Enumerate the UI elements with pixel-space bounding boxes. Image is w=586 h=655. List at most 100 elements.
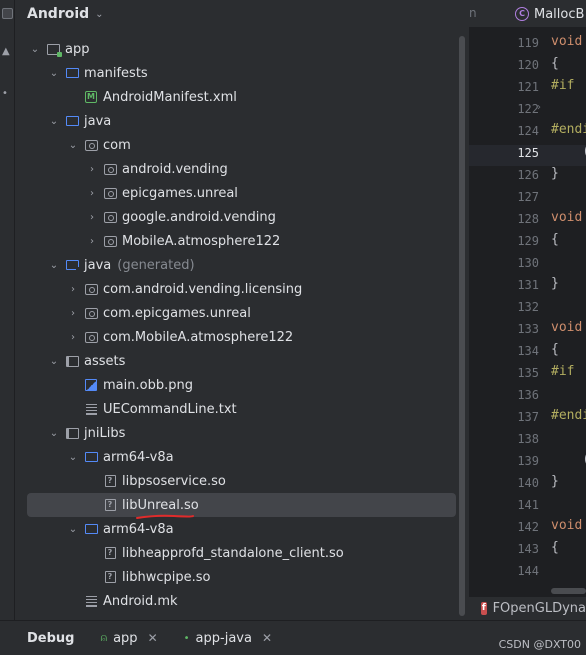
- manifest-file-icon: M: [84, 91, 98, 104]
- tree-node[interactable]: M AndroidManifest.xml: [68, 85, 237, 109]
- chevron-right-icon[interactable]: ›: [68, 332, 78, 343]
- code-line[interactable]: void: [551, 34, 586, 49]
- code-token: }: [551, 166, 559, 181]
- line-number: 133: [517, 322, 539, 336]
- tree-node[interactable]: ⌄ arm64-v8a: [68, 445, 174, 469]
- folder-icon: [65, 67, 79, 80]
- tree-node[interactable]: › com.android.vending.licensing: [68, 277, 302, 301]
- line-gutter: 119 void 120 {121 #if 122 124 #endi 125 (126} 1…: [469, 34, 586, 594]
- code-line[interactable]: }: [551, 474, 559, 489]
- chevron-right-icon[interactable]: ›: [87, 164, 97, 175]
- chevron-down-icon[interactable]: ⌄: [49, 356, 59, 367]
- code-token: }: [551, 276, 559, 291]
- tree-node[interactable]: ⌄ assets: [49, 349, 126, 373]
- chevron-down-icon[interactable]: ⌄: [49, 428, 59, 439]
- package-icon: [84, 307, 98, 320]
- project-tool-icon[interactable]: [2, 8, 13, 19]
- code-line[interactable]: void: [551, 518, 582, 533]
- close-icon[interactable]: ✕: [148, 631, 158, 645]
- code-line[interactable]: #if: [551, 78, 582, 93]
- package-icon: [84, 331, 98, 344]
- code-line[interactable]: }: [551, 166, 559, 181]
- chevron-down-icon[interactable]: ⌄: [49, 68, 59, 79]
- project-view-title: Android: [27, 6, 90, 22]
- code-line[interactable]: }: [551, 276, 559, 291]
- line-number: 142: [517, 520, 539, 534]
- chevron-right-icon[interactable]: ›: [68, 308, 78, 319]
- debug-title[interactable]: Debug: [27, 631, 74, 646]
- tree-node[interactable]: ⌄ arm64-v8a: [68, 517, 174, 541]
- tree-node[interactable]: ? libpsoservice.so: [87, 469, 226, 493]
- chevron-down-icon[interactable]: ⌄: [68, 452, 78, 463]
- tree-scrollbar[interactable]: [459, 36, 465, 616]
- tree-node[interactable]: ? libhwcpipe.so: [87, 565, 210, 589]
- line-number: 135: [517, 366, 539, 380]
- chevron-down-icon[interactable]: ⌄: [68, 140, 78, 151]
- chevron-down-icon[interactable]: ⌄: [30, 44, 40, 55]
- editor-breadcrumb[interactable]: f FOpenGLDyna: [469, 596, 586, 620]
- tree-node[interactable]: ⌄ app: [30, 37, 89, 61]
- code-line[interactable]: {: [551, 342, 559, 357]
- code-line[interactable]: void: [551, 320, 582, 335]
- debug-tab-app[interactable]: ⍝ app ✕: [100, 631, 157, 646]
- tree-node[interactable]: › android.vending: [87, 157, 228, 181]
- editor-tab-prev[interactable]: n: [469, 6, 477, 20]
- tree-node[interactable]: ⌄ java (generated): [49, 253, 195, 277]
- commit-tool-icon[interactable]: ▲: [2, 46, 13, 57]
- tree-node[interactable]: Android.mk: [68, 589, 178, 613]
- dot-icon: •: [183, 632, 190, 644]
- code-line[interactable]: #if: [551, 364, 582, 379]
- code-line[interactable]: #endi: [551, 122, 586, 137]
- line-number: 139: [517, 454, 539, 468]
- package-icon: [103, 163, 117, 176]
- code-line[interactable]: (: [551, 144, 586, 159]
- fold-marker-icon[interactable]: ›: [537, 102, 541, 113]
- tree-node[interactable]: ⌄ jniLibs: [49, 421, 126, 445]
- code-token: #endi: [551, 408, 586, 423]
- tree-node[interactable]: ⌄ java: [49, 109, 111, 133]
- tree-node[interactable]: ⌄ manifests: [49, 61, 148, 85]
- tree-node[interactable]: main.obb.png: [68, 373, 193, 397]
- line-number: 137: [517, 410, 539, 424]
- package-icon: [103, 211, 117, 224]
- chevron-right-icon[interactable]: ›: [68, 284, 78, 295]
- tree-node[interactable]: ? libheapprofd_standalone_client.so: [87, 541, 344, 565]
- editor-horizontal-scrollbar[interactable]: [551, 588, 586, 594]
- chevron-right-icon[interactable]: ›: [87, 236, 97, 247]
- editor-tab-active[interactable]: C MallocB: [515, 0, 584, 28]
- tree-node[interactable]: › google.android.vending: [87, 205, 276, 229]
- chevron-down-icon[interactable]: ⌄: [68, 524, 78, 535]
- line-number: 141: [517, 498, 539, 512]
- chevron-down-icon[interactable]: ⌄: [49, 260, 59, 271]
- chevron-right-icon[interactable]: ›: [87, 188, 97, 199]
- code-line[interactable]: {: [551, 232, 559, 247]
- unknown-file-icon: ?: [103, 499, 117, 512]
- line-number: 125: [517, 146, 539, 160]
- tree-node-label: app: [65, 41, 90, 57]
- code-editor: n C MallocB 119 void 120 {121 #if 122 124 #en…: [469, 0, 586, 620]
- tree-node[interactable]: › com.MobileA.atmosphere122: [68, 325, 293, 349]
- more-tools-icon[interactable]: •: [2, 88, 13, 99]
- chevron-down-icon[interactable]: ⌄: [49, 116, 59, 127]
- chevron-right-icon[interactable]: ›: [87, 212, 97, 223]
- tree-node[interactable]: › epicgames.unreal: [87, 181, 238, 205]
- module-icon: [46, 43, 62, 57]
- tree-node-label: libUnreal.so: [122, 497, 199, 513]
- code-line[interactable]: void: [551, 210, 582, 225]
- close-icon[interactable]: ✕: [262, 631, 272, 645]
- tool-window-strip: ▲ •: [0, 0, 15, 620]
- debug-tab-app-java[interactable]: • app-java ✕: [184, 631, 272, 646]
- code-line[interactable]: {: [551, 56, 559, 71]
- code-line[interactable]: #endi: [551, 408, 586, 423]
- tree-node-label: MobileA.atmosphere122: [122, 233, 281, 249]
- tree-node[interactable]: › com.epicgames.unreal: [68, 301, 251, 325]
- code-line[interactable]: {: [551, 540, 559, 555]
- tree-node[interactable]: UECommandLine.txt: [68, 397, 237, 421]
- line-number: 119: [517, 36, 539, 50]
- tree-node[interactable]: › MobileA.atmosphere122: [87, 229, 280, 253]
- tree-node-label: arm64-v8a: [103, 521, 174, 537]
- code-line[interactable]: (: [551, 452, 586, 467]
- project-view-selector[interactable]: Android ⌄: [16, 0, 468, 28]
- tree-node[interactable]: ⌄ com: [68, 133, 131, 157]
- tree-node-label: UECommandLine.txt: [103, 401, 237, 417]
